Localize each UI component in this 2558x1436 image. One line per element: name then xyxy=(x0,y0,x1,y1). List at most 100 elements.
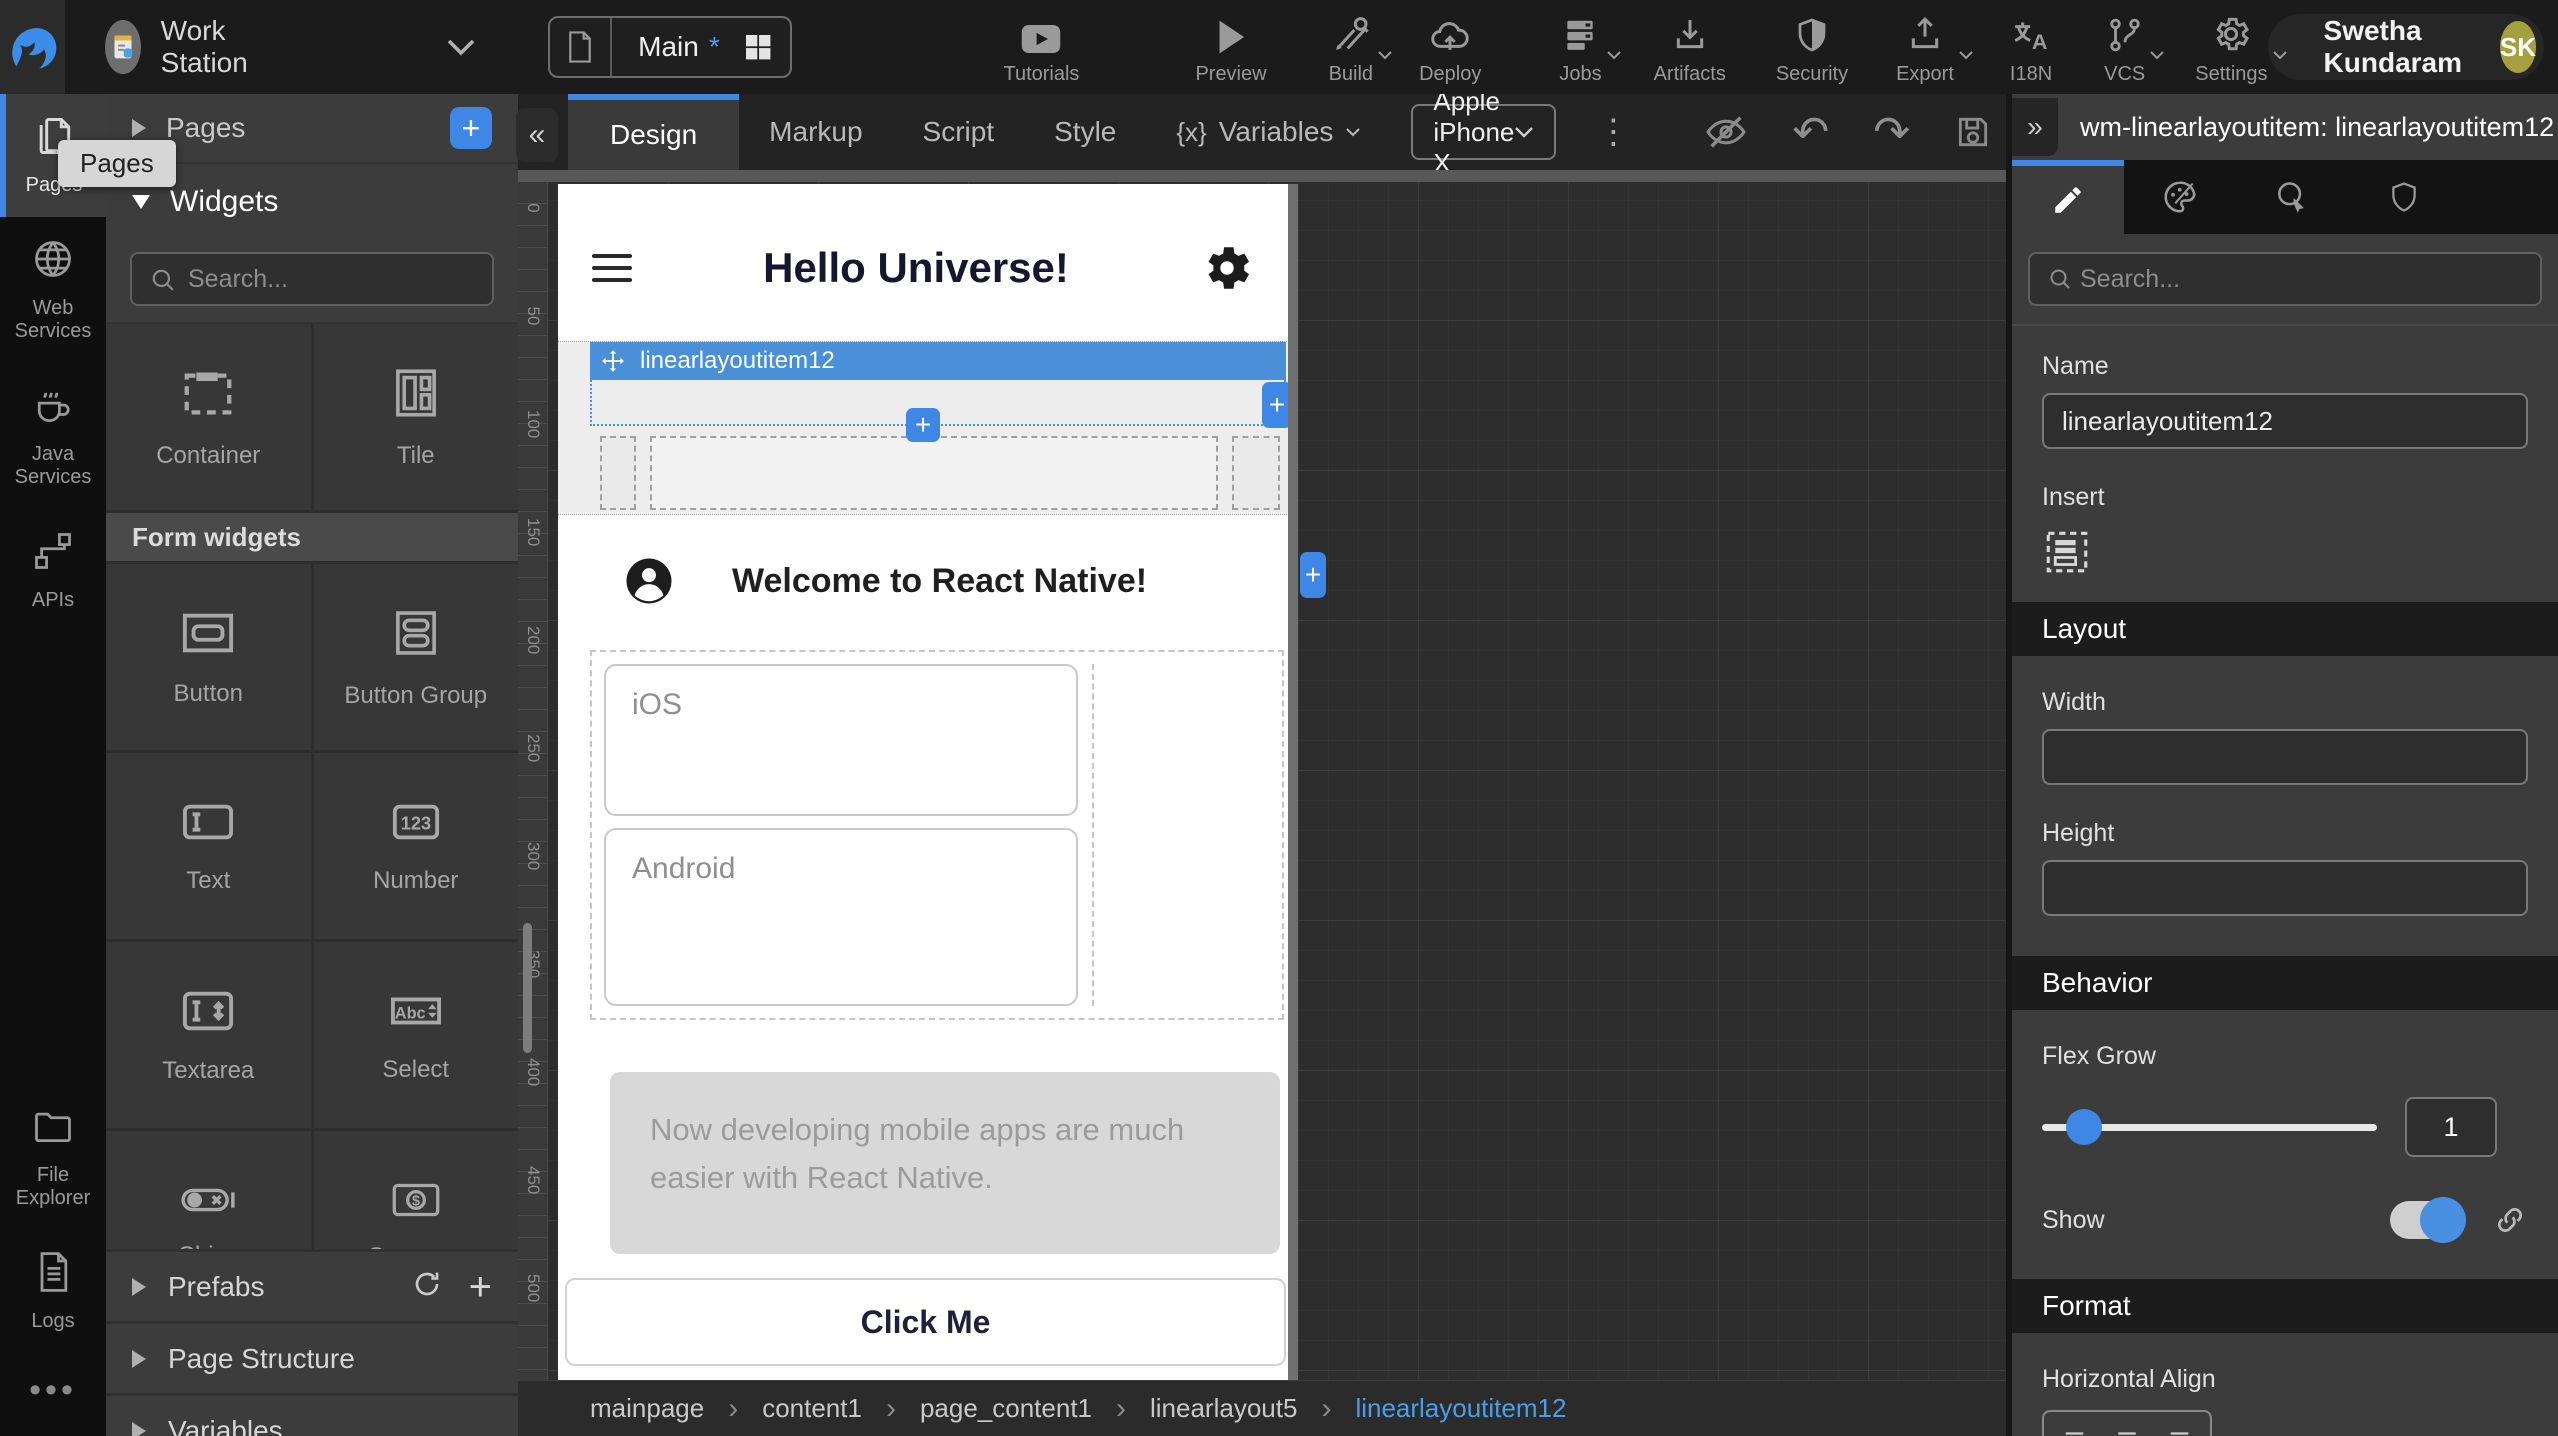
undo-icon[interactable]: ↶ xyxy=(1792,107,1829,158)
tab-script[interactable]: Script xyxy=(893,94,1025,170)
pages-grid-icon[interactable] xyxy=(742,31,774,63)
user-menu[interactable]: Swetha Kundaram SK xyxy=(2268,14,2544,80)
flex-grow-value[interactable]: 1 xyxy=(2405,1097,2497,1157)
more-menu-icon[interactable]: ⋮ xyxy=(1596,112,1630,152)
widget-search-input[interactable] xyxy=(130,252,494,306)
build-button[interactable]: Build xyxy=(1329,9,1373,86)
behavior-section-header[interactable]: Behavior xyxy=(2012,956,2558,1010)
breadcrumb-item[interactable]: content1 xyxy=(762,1393,862,1424)
sidebar-item-apis[interactable]: APIs xyxy=(0,509,106,632)
settings-icon[interactable] xyxy=(1200,241,1254,295)
toggle-visibility-icon[interactable] xyxy=(1704,114,1748,150)
breadcrumb-item[interactable]: mainpage xyxy=(590,1393,704,1424)
widget-grid: Container Tile Form widgets Button Butto… xyxy=(106,324,518,1249)
welcome-title[interactable]: Welcome to React Native! xyxy=(732,562,1147,601)
tutorials-button[interactable]: Tutorials xyxy=(1003,9,1079,86)
insert-widget-button[interactable] xyxy=(2042,526,2094,578)
insert-right-button[interactable]: + xyxy=(1262,382,1292,428)
name-input[interactable] xyxy=(2042,393,2528,449)
widget-select[interactable]: Abc Select xyxy=(314,942,519,1128)
vcs-button[interactable]: VCS xyxy=(2104,9,2145,86)
page-structure-section-header[interactable]: Page Structure xyxy=(106,1321,518,1393)
i18n-button[interactable]: A I18N xyxy=(2010,9,2052,86)
show-toggle[interactable] xyxy=(2390,1201,2462,1239)
canvas-scrollbar[interactable] xyxy=(523,923,532,1053)
tab-variables[interactable]: {x} Variables xyxy=(1146,94,1391,170)
design-canvas[interactable]: 0 50 100 150 200 250 300 350 400 450 500… xyxy=(518,170,2006,1380)
widget-number[interactable]: 123 Number xyxy=(314,753,519,939)
chevron-down-icon[interactable] xyxy=(446,38,476,56)
message-textarea[interactable]: Now developing mobile apps are much easi… xyxy=(610,1072,1280,1254)
breadcrumb-item[interactable]: linearlayout5 xyxy=(1150,1393,1297,1424)
redo-icon[interactable]: ↷ xyxy=(1873,107,1910,158)
sidebar-item-web-services[interactable]: Web Services xyxy=(0,217,106,363)
tab-style[interactable]: Style xyxy=(1024,94,1146,170)
selected-widget-label[interactable]: linearlayoutitem12 xyxy=(590,342,1286,380)
security-button[interactable]: Security xyxy=(1776,9,1848,86)
align-left-button[interactable] xyxy=(2062,1428,2092,1436)
preview-button[interactable]: Preview xyxy=(1195,9,1266,86)
avatar: SK xyxy=(2500,21,2536,73)
breadcrumb-item[interactable]: page_content1 xyxy=(920,1393,1092,1424)
refresh-icon[interactable] xyxy=(411,1268,443,1305)
artifacts-button[interactable]: Artifacts xyxy=(1654,9,1726,86)
sidebar-item-file-explorer[interactable]: File Explorer xyxy=(0,1084,106,1230)
jobs-button[interactable]: Jobs xyxy=(1559,9,1601,86)
tab-styles[interactable] xyxy=(2124,160,2236,234)
widget-tile[interactable]: Tile xyxy=(314,324,519,510)
add-prefab-button[interactable]: + xyxy=(469,1267,492,1307)
slider-thumb[interactable] xyxy=(2066,1109,2102,1145)
align-center-button[interactable] xyxy=(2112,1428,2142,1436)
tab-security[interactable] xyxy=(2348,160,2460,234)
widget-currency[interactable]: $ Currency xyxy=(314,1131,519,1249)
widget-text[interactable]: Text xyxy=(106,753,311,939)
device-select[interactable]: Apple iPhone X xyxy=(1411,104,1556,160)
click-me-button[interactable]: Click Me xyxy=(565,1278,1286,1366)
flex-grow-slider[interactable] xyxy=(2042,1109,2377,1145)
align-right-button[interactable] xyxy=(2162,1428,2192,1436)
variables-section-header[interactable]: Variables xyxy=(106,1393,518,1436)
more-options-icon[interactable]: ••• xyxy=(0,1353,106,1436)
tab-inspect[interactable] xyxy=(2236,160,2348,234)
brand-logo[interactable] xyxy=(0,0,65,94)
hamburger-menu-icon[interactable] xyxy=(592,254,632,282)
sidebar-item-logs[interactable]: Logs xyxy=(0,1230,106,1353)
tab-design[interactable]: Design xyxy=(568,94,739,170)
layout-cell[interactable] xyxy=(1232,436,1280,510)
widget-container[interactable]: Container xyxy=(106,324,311,510)
sidebar-item-java-services[interactable]: Java Services xyxy=(0,363,106,509)
breadcrumb-item-current[interactable]: linearlayoutitem12 xyxy=(1355,1393,1566,1424)
widget-button[interactable]: Button xyxy=(106,564,311,750)
android-textarea[interactable]: Android xyxy=(604,828,1078,1006)
ios-textarea[interactable]: iOS xyxy=(604,664,1078,816)
bind-property-icon[interactable] xyxy=(2492,1202,2528,1238)
widget-textarea[interactable]: Textarea xyxy=(106,942,311,1128)
add-page-button[interactable]: + xyxy=(450,107,492,149)
height-input[interactable] xyxy=(2042,860,2528,916)
widget-chips[interactable]: Chips xyxy=(106,1131,311,1249)
phone-app-title[interactable]: Hello Universe! xyxy=(763,244,1069,292)
collapse-panel-button[interactable]: « xyxy=(516,108,558,162)
insert-below-button[interactable]: + xyxy=(906,408,940,442)
prefabs-section-header[interactable]: Prefabs + xyxy=(106,1249,518,1321)
tab-properties[interactable] xyxy=(2012,160,2124,234)
expand-panel-button[interactable]: » xyxy=(2012,98,2058,156)
deploy-button[interactable]: Deploy xyxy=(1419,9,1481,86)
insert-edge-button[interactable]: + xyxy=(1300,552,1326,598)
settings-button[interactable]: Settings xyxy=(2195,9,2267,86)
layout-section-header[interactable]: Layout xyxy=(2012,602,2558,656)
layout-cell[interactable] xyxy=(650,436,1218,510)
empty-column[interactable] xyxy=(1092,664,1270,1006)
save-icon[interactable] xyxy=(1954,113,1992,151)
layout-cell[interactable] xyxy=(600,436,636,510)
svg-text:123: 123 xyxy=(401,813,431,834)
widget-button-group[interactable]: Button Group xyxy=(314,564,519,750)
export-button[interactable]: Export xyxy=(1896,9,1954,86)
width-input[interactable] xyxy=(2042,729,2528,785)
project-switcher[interactable]: Work Station xyxy=(105,15,266,79)
property-search-input[interactable] xyxy=(2028,252,2542,306)
open-page-tab[interactable]: Main * xyxy=(548,16,792,78)
download-icon xyxy=(1670,15,1710,55)
tab-markup[interactable]: Markup xyxy=(739,94,892,170)
format-section-header[interactable]: Format xyxy=(2012,1279,2558,1333)
